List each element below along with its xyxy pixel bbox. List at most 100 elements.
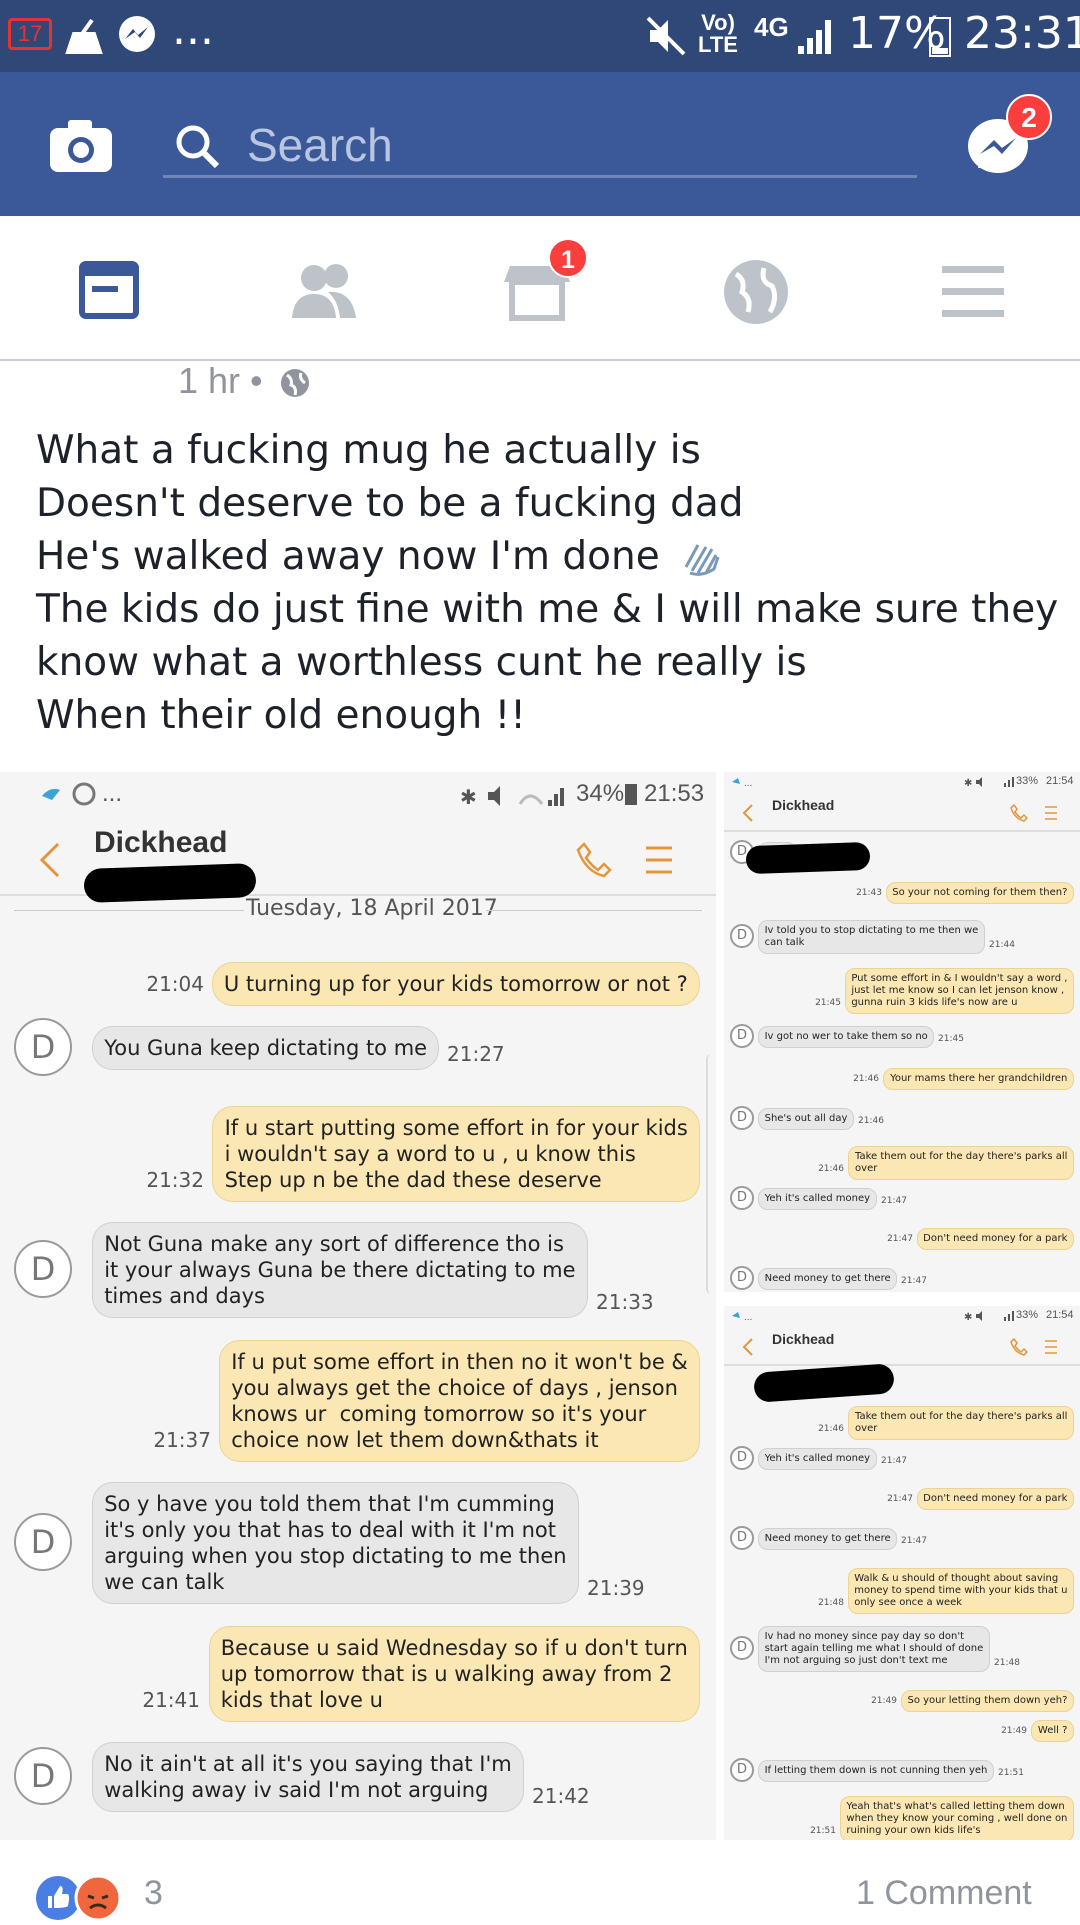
sent-message-bubble[interactable]: Yeah that's what's called letting them d… [839, 1796, 1074, 1840]
like-angry-icons [36, 1874, 122, 1922]
sent-message-bubble[interactable]: If u start putting some effort in for yo… [212, 1106, 700, 1202]
sent-message-bubble[interactable]: Take them out for the day there's parks … [848, 1146, 1074, 1180]
cleaner-icon [65, 18, 103, 54]
sent-message-bubble[interactable]: Walk & u should of thought about saving … [847, 1568, 1074, 1614]
received-message-bubble[interactable]: Iv told you to stop dictating to me then… [758, 920, 985, 954]
screenshot-top-right[interactable]: ... ✱ 33% 21:54 Dickhead DOkay21:43So yo… [724, 772, 1080, 1292]
chat-header: Dickhead [0, 816, 716, 903]
screenshot-status-icons: ✱ [460, 786, 564, 808]
sent-message-bubble[interactable]: So your not coming for them then? [885, 882, 1074, 904]
globe-icon [724, 260, 788, 324]
back-arrow-icon[interactable] [38, 842, 62, 878]
screenshot-status-bar: ... ✱ 33% 21:54 [724, 1306, 1080, 1326]
post-line: What a fucking mug he actually is [36, 428, 701, 473]
sent-message-bubble[interactable]: Put some effort in & I wouldn't say a wo… [844, 968, 1074, 1014]
sent-message-bubble[interactable]: Because u said Wednesday so if u don't t… [208, 1626, 700, 1722]
received-message-bubble[interactable]: If letting them down is not cunning then… [758, 1760, 994, 1782]
phone-icon[interactable] [576, 842, 612, 878]
message-time: 21:46 [853, 1073, 879, 1084]
tab-friends[interactable] [280, 252, 370, 332]
sent-message-bubble[interactable]: Don't need money for a park [916, 1228, 1074, 1250]
phone-icon[interactable] [1010, 1338, 1028, 1356]
received-message-bubble[interactable]: Yeh it's called money [758, 1188, 877, 1210]
reactions-summary[interactable] [34, 1874, 126, 1922]
received-message-bubble[interactable]: Iv got no wer to take them so no [758, 1026, 935, 1048]
contact-avatar: D [730, 1526, 754, 1550]
battery-icon [929, 17, 951, 57]
message-time: 21:43 [856, 887, 882, 898]
received-message-bubble[interactable]: Not Guna make any sort of difference tho… [92, 1222, 588, 1318]
post-text: What a fucking mug he actually is Doesn'… [36, 424, 1059, 742]
post-line: The kids do just fine with me & I will m… [36, 587, 1059, 632]
chat-menu-icon[interactable] [644, 842, 674, 878]
received-message-bubble[interactable]: Yeh it's called money [758, 1448, 877, 1470]
contact-avatar: D [730, 1186, 754, 1210]
message-time: 21:32 [146, 1168, 204, 1192]
received-message-bubble[interactable]: Iv had no money since pay day so don't s… [758, 1626, 990, 1672]
camera-icon[interactable] [48, 118, 114, 174]
sent-message-bubble[interactable]: Well ? [1031, 1720, 1074, 1742]
sent-message-bubble[interactable]: So your letting them down yeh? [900, 1690, 1074, 1712]
screenshot-status-more: ... [102, 780, 123, 807]
sent-message-bubble[interactable]: Your mams there her grandchildren [883, 1068, 1074, 1090]
app-bar: Search 2 [0, 72, 1080, 216]
message-time: 21:46 [858, 1116, 884, 1127]
phone-icon[interactable] [1010, 804, 1028, 822]
messenger-button[interactable]: 2 [966, 94, 1052, 180]
post-line: He's walked away now I'm done [36, 534, 660, 579]
sent-message-bubble[interactable]: Take them out for the day there's parks … [848, 1406, 1074, 1440]
messenger-notification-icon [119, 16, 155, 52]
received-message-bubble[interactable]: You Guna keep dictating to me [92, 1026, 440, 1070]
friends-icon [292, 264, 356, 318]
sent-message-bubble[interactable]: If u put some effort in then no it won't… [219, 1340, 700, 1462]
status-bar: 17 ... Vo) LTE 4G 17% 23:31 [0, 0, 1080, 72]
contact-name: Dickhead [772, 797, 835, 813]
scrollbar[interactable] [706, 1054, 716, 1294]
tab-news-feed[interactable] [62, 252, 152, 332]
sent-message-bubble[interactable]: Don't need money for a park [916, 1488, 1074, 1510]
received-message-bubble[interactable]: She's out all day [758, 1108, 854, 1130]
screenshot-bottom-right[interactable]: ... ✱ 33% 21:54 Dickhead 46 Take them ou… [724, 1306, 1080, 1840]
tab-bar: 1 [0, 216, 1080, 361]
news-feed-icon [79, 261, 139, 319]
search-icon [176, 125, 220, 169]
pinterest-icon [72, 782, 96, 806]
message-time: 21:49 [1001, 1725, 1027, 1736]
screenshot-status-icons: ✱ [964, 777, 1014, 788]
sent-message-bubble[interactable]: U turning up for your kids tomorrow or n… [211, 962, 700, 1006]
post-line: know what a worthless cunt he really is [36, 640, 807, 685]
received-message-bubble[interactable]: No it ain't at all it's you saying that … [92, 1742, 524, 1812]
received-message-bubble[interactable]: So y have you told them that I'm cumming… [92, 1482, 579, 1604]
message-time: 21:49 [871, 1695, 897, 1706]
received-message-bubble[interactable]: Need money to get there [758, 1268, 898, 1290]
tab-menu[interactable] [928, 252, 1018, 332]
message-time: 21:42 [532, 1784, 590, 1808]
search-field[interactable]: Search [163, 112, 917, 178]
back-arrow-icon[interactable] [742, 804, 754, 822]
screenshot-status-battery: 33% [1016, 1309, 1039, 1321]
message-time: 21:51 [998, 1768, 1024, 1779]
comment-count[interactable]: 1 Comment [856, 1874, 1032, 1913]
contact-name: Dickhead [94, 826, 228, 859]
chat-menu-icon[interactable] [1044, 1338, 1058, 1356]
screenshot-notification-icons: ... [732, 1312, 752, 1322]
svg-text:...: ... [744, 778, 752, 788]
message-time: 21:04 [146, 972, 204, 996]
tab-notifications[interactable] [712, 252, 802, 332]
screenshot-main[interactable]: ... ✱ 34% 21:53 Dickhead Tuesday, 18 Apr… [0, 772, 716, 1840]
message-time: 21:47 [881, 1456, 907, 1467]
chat-menu-icon[interactable] [1044, 804, 1058, 822]
message-time: 21:46 [818, 1423, 844, 1434]
received-message-bubble[interactable]: Need money to get there [758, 1528, 898, 1550]
notification-count-icon: 17 [8, 18, 52, 50]
svg-text:✱: ✱ [964, 778, 972, 788]
contact-avatar: D [730, 1024, 754, 1048]
message-time: 21:46 [818, 1163, 844, 1174]
message-time: 21:41 [142, 1688, 200, 1712]
back-arrow-icon[interactable] [742, 1338, 754, 1356]
contact-avatar: D [730, 1758, 754, 1782]
chat-header: Dickhead [724, 792, 1080, 875]
contact-avatar: D [730, 924, 754, 948]
tab-marketplace[interactable]: 1 [498, 238, 588, 332]
message-time: 21:45 [938, 1034, 964, 1045]
